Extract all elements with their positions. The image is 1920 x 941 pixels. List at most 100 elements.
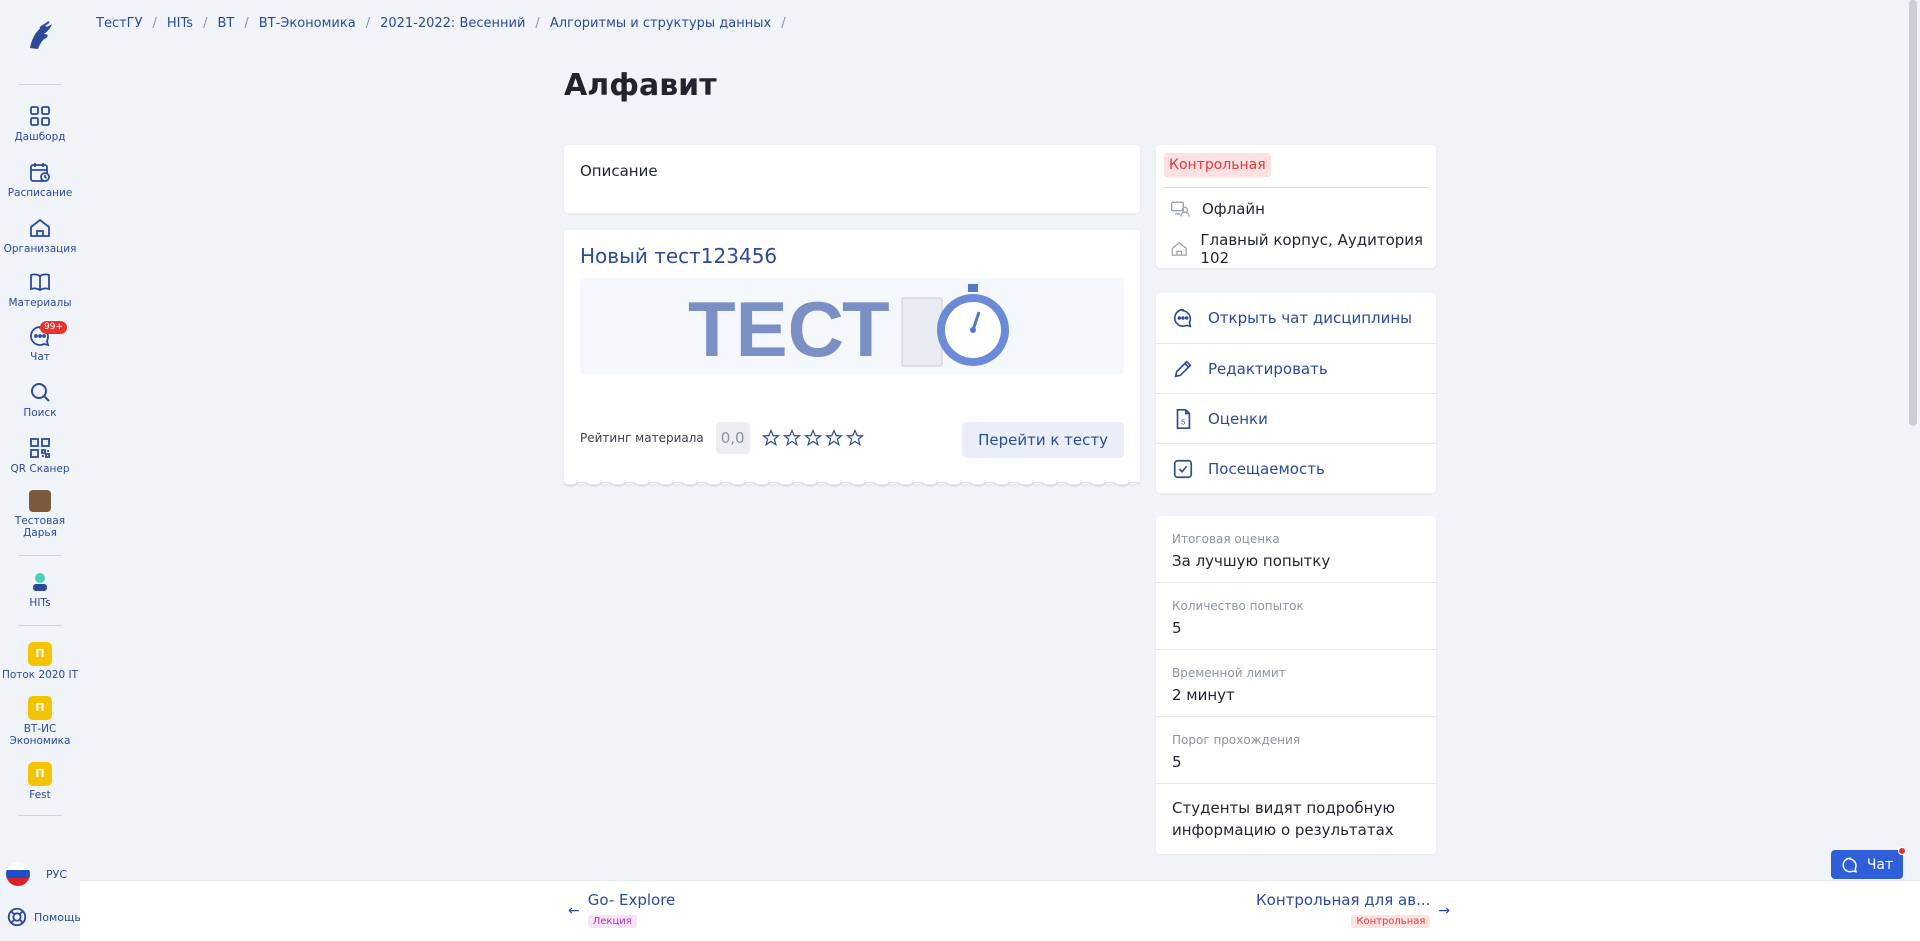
type-badge: Контрольная	[1164, 153, 1271, 177]
test-title[interactable]: Новый тест123456	[580, 244, 777, 268]
chat-icon	[1842, 856, 1857, 873]
building-icon	[1171, 242, 1187, 256]
grades-icon: 5	[1176, 408, 1191, 429]
breadcrumb-separator: /	[535, 16, 540, 31]
arrow-left-icon: ←	[568, 903, 580, 919]
rating-row: Рейтинг материала 0,0	[580, 422, 864, 454]
format-value: Офлайн	[1202, 200, 1265, 218]
chat-button[interactable]: Чат	[1831, 847, 1906, 879]
group-avatar: П	[28, 642, 52, 666]
offline-icon	[1171, 201, 1190, 217]
sidebar-item-label: Поиск	[23, 407, 57, 419]
sidebar-item-label: Дашборд	[14, 131, 66, 143]
sidebar-item-organization[interactable]: Организация	[0, 216, 80, 255]
meta-key: Порог прохождения	[1172, 733, 1301, 747]
help-link[interactable]: Помощь	[6, 906, 81, 928]
meta-value: 2 минут	[1172, 686, 1235, 704]
grades-button[interactable]: 5 Оценки	[1156, 393, 1436, 443]
time-limit-item: Временной лимит 2 минут	[1156, 666, 1436, 706]
sidebar-divider	[18, 815, 62, 816]
action-label: Редактировать	[1208, 359, 1328, 378]
sidebar-item-schedule[interactable]: Расписание	[0, 160, 80, 199]
checkbox-icon	[1173, 459, 1193, 478]
star-icon[interactable]	[803, 429, 822, 447]
final-grade-item: Итоговая оценка За лучшую попытку	[1156, 532, 1436, 572]
sidebar-item-label: ВТ-ИС Экономика	[9, 723, 71, 747]
chat-button-label: Чат	[1866, 856, 1894, 873]
sidebar-item-vt-is[interactable]: П ВТ-ИС Экономика	[0, 696, 80, 747]
star-icon[interactable]	[845, 429, 864, 447]
divider	[1156, 649, 1436, 650]
meta-key: Временной лимит	[1172, 666, 1286, 680]
star-icon[interactable]	[761, 429, 780, 447]
sidebar-item-search[interactable]: Поиск	[0, 380, 80, 419]
calendar-icon	[28, 160, 52, 184]
notification-dot	[1898, 847, 1906, 855]
rating-value: 0,0	[715, 422, 750, 454]
logo-icon[interactable]	[22, 18, 58, 54]
location-row: Главный корпус, Аудитория 102	[1170, 231, 1436, 267]
test-illustration: ТЕСТ	[580, 278, 1124, 374]
previous-material-title: Go- Explore	[587, 891, 676, 909]
scrollbar[interactable]	[1909, 0, 1917, 426]
star-icon[interactable]	[824, 429, 843, 447]
edit-button[interactable]: Редактировать	[1156, 343, 1436, 393]
russia-flag-icon	[6, 862, 30, 886]
dashboard-icon	[28, 104, 52, 128]
previous-material-link[interactable]: ← Go- Explore Лекция	[568, 891, 675, 928]
breadcrumb-item[interactable]: ТестГУ	[96, 16, 143, 31]
sidebar: Дашборд Расписание Организация Материалы…	[0, 0, 81, 941]
sidebar-item-hits[interactable]: HITs	[0, 570, 80, 609]
lesson-info-card: Контрольная Офлайн Главный корпус, Аудит…	[1156, 145, 1436, 268]
language-label: РУС	[46, 867, 68, 881]
action-label: Открыть чат дисциплины	[1208, 309, 1412, 327]
page-title: Алфавит	[564, 68, 717, 103]
breadcrumb-item[interactable]: HITs	[167, 16, 193, 31]
control-tag: Контрольная	[1351, 915, 1431, 928]
test-card: Новый тест123456 ТЕСТ Рейтинг материала …	[564, 230, 1140, 487]
results-visibility-item: Студенты видят подробную информацию о ре…	[1156, 797, 1436, 841]
breadcrumb-item[interactable]: ВТ	[217, 16, 234, 31]
divider	[1156, 582, 1436, 583]
actions-card: Открыть чат дисциплины Редактировать 5 О…	[1156, 293, 1436, 493]
attendance-button[interactable]: Посещаемость	[1156, 443, 1436, 493]
open-discipline-chat-button[interactable]: Открыть чат дисциплины	[1156, 293, 1436, 343]
sidebar-item-label: Поток 2020 IT	[1, 669, 79, 681]
meta-value: Студенты видят подробную информацию о ре…	[1172, 799, 1395, 839]
group-avatar: П	[28, 696, 52, 720]
sidebar-item-stream-2020[interactable]: П Поток 2020 IT	[0, 642, 80, 681]
user-avatar	[29, 490, 51, 512]
sidebar-item-qr-scanner[interactable]: QR Сканер	[0, 436, 80, 475]
divider	[1164, 187, 1428, 188]
group-avatar: П	[28, 762, 52, 786]
breadcrumb-item[interactable]: 2021-2022: Весенний	[380, 16, 525, 31]
test-image-text: ТЕСТ	[688, 285, 890, 373]
sidebar-item-chat[interactable]: 99+ Чат	[0, 321, 80, 363]
description-card: Описание	[564, 145, 1140, 213]
sidebar-item-fest[interactable]: П Fest	[0, 762, 80, 801]
qr-icon	[28, 436, 52, 460]
sidebar-item-dashboard[interactable]: Дашборд	[0, 104, 80, 143]
breadcrumb-item[interactable]: Алгоритмы и структуры данных	[550, 16, 771, 31]
next-material-link[interactable]: Контрольная для ав... Контрольная →	[1256, 891, 1450, 928]
sidebar-divider	[18, 625, 62, 626]
svg-text:5: 5	[1181, 417, 1185, 426]
sidebar-item-label: QR Сканер	[10, 463, 70, 475]
action-label: Посещаемость	[1208, 459, 1325, 478]
description-label: Описание	[580, 162, 658, 180]
meta-key: Количество попыток	[1172, 599, 1304, 613]
sidebar-divider	[18, 555, 62, 556]
breadcrumb-separator: /	[203, 16, 208, 31]
location-value: Главный корпус, Аудитория 102	[1200, 231, 1424, 267]
sidebar-item-user[interactable]: Тестовая Дарья	[0, 490, 80, 539]
breadcrumb-item[interactable]: ВТ-Экономика	[259, 16, 356, 31]
meta-key: Итоговая оценка	[1172, 532, 1280, 546]
rating-stars[interactable]	[761, 429, 864, 447]
action-label: Оценки	[1208, 409, 1268, 428]
language-switch[interactable]: РУС	[6, 862, 67, 886]
star-icon[interactable]	[782, 429, 801, 447]
go-to-test-button[interactable]: Перейти к тесту	[962, 422, 1124, 458]
divider	[1156, 783, 1436, 784]
sidebar-item-materials[interactable]: Материалы	[0, 270, 80, 309]
search-icon	[28, 380, 52, 404]
